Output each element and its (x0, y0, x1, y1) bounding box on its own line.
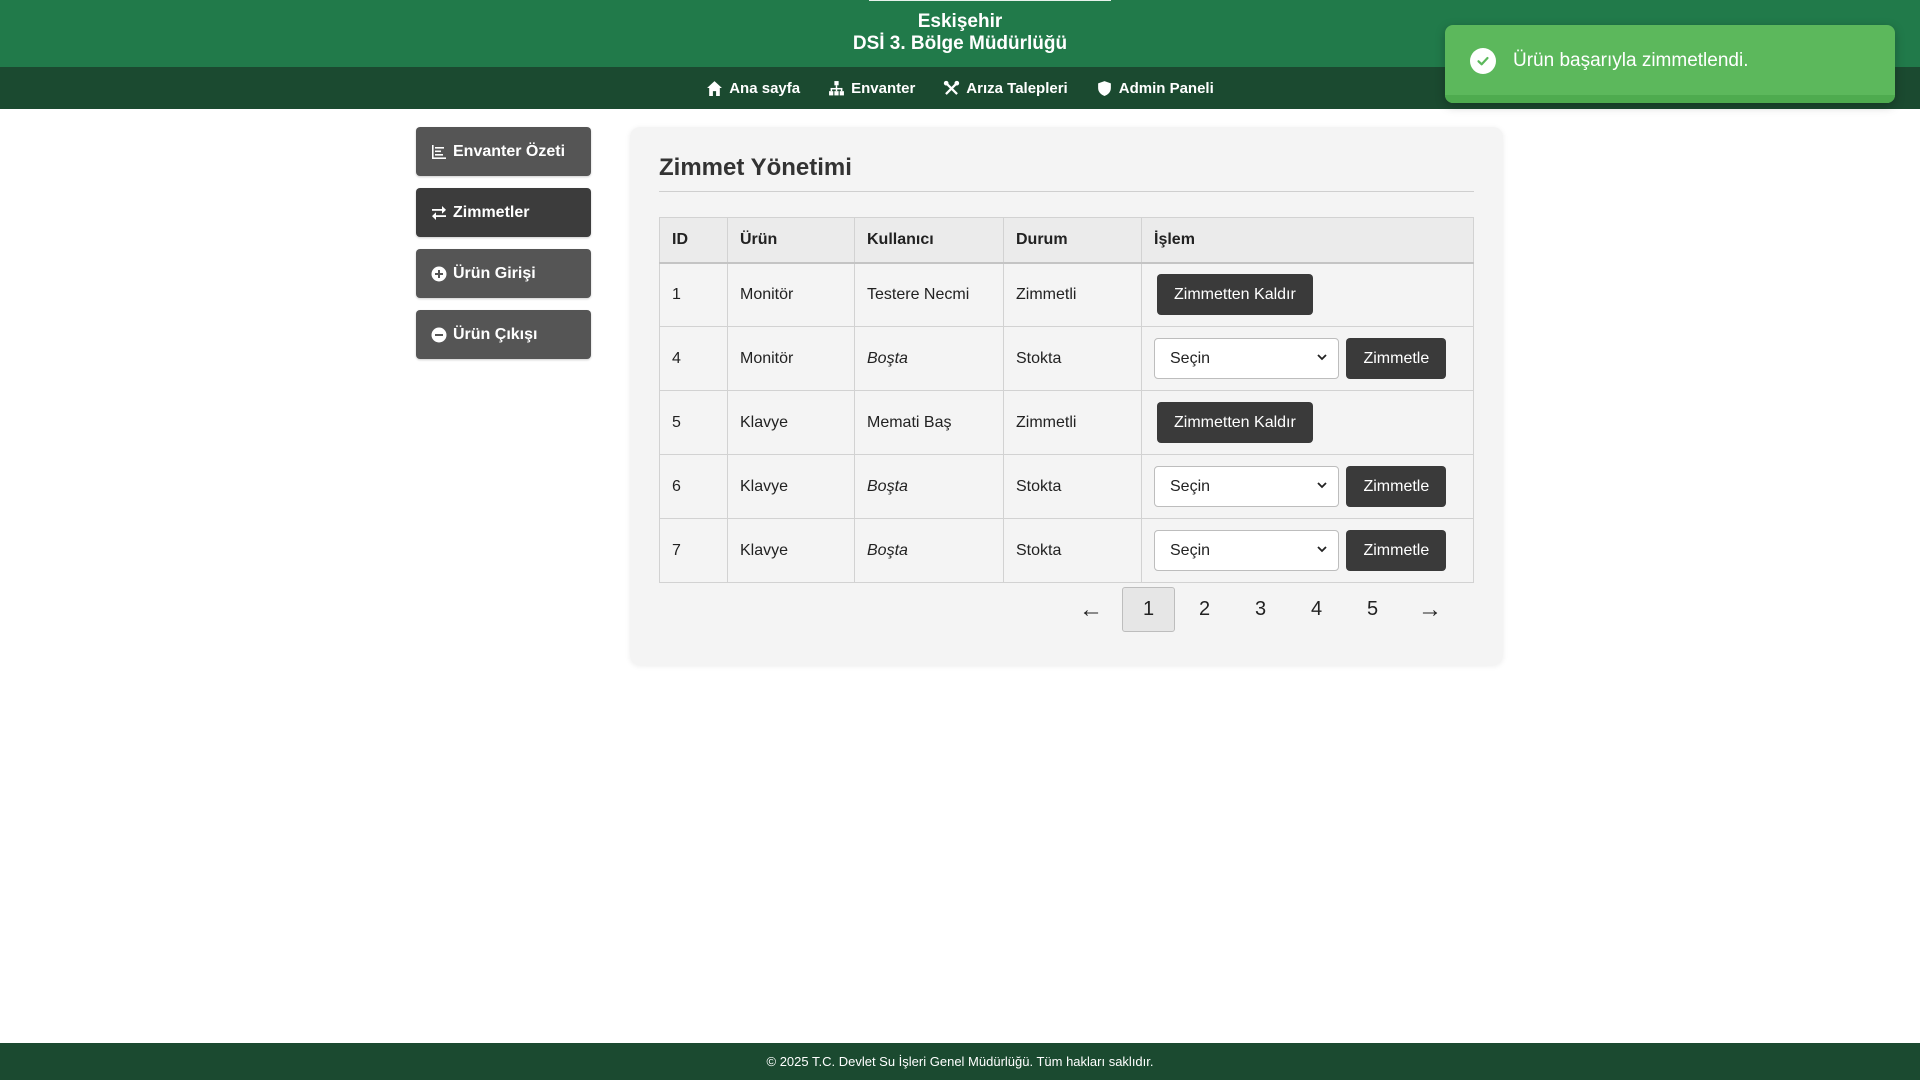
title-divider (659, 191, 1474, 192)
page-title: Zimmet Yönetimi (659, 154, 852, 181)
nav-item-label: Arıza Talepleri (966, 79, 1068, 97)
column-header-status: Durum (1003, 217, 1142, 264)
shield-icon (1096, 80, 1113, 97)
user-select[interactable]: Seçin (1154, 530, 1339, 571)
plus-circle-icon (431, 266, 447, 282)
tools-icon (943, 80, 960, 97)
sidebar-item-inventory-summary[interactable]: Envanter Özeti (416, 127, 591, 176)
cell-status: Stokta (1003, 454, 1142, 519)
cell-id: 7 (659, 518, 728, 583)
minus-circle-icon (431, 327, 447, 343)
success-toast[interactable]: Ürün başarıyla zimmetlendi. (1445, 25, 1895, 103)
nav-item-label: Ana sayfa (729, 79, 801, 97)
cell-status: Stokta (1003, 518, 1142, 583)
cell-product: Monitör (727, 326, 855, 391)
cell-action: Seçin Zimmetle (1141, 454, 1474, 519)
table-header-row: ID Ürün Kullanıcı Durum İşlem (659, 217, 1474, 264)
assign-button[interactable]: Zimmetle (1346, 338, 1447, 379)
column-header-id: ID (659, 217, 728, 264)
column-header-product: Ürün (727, 217, 855, 264)
check-circle-icon (1470, 48, 1496, 74)
toast-progress-bar (1445, 95, 1895, 103)
toast-message: Ürün başarıyla zimmetlendi. (1513, 50, 1749, 71)
sitemap-icon (828, 80, 845, 97)
cell-action: Zimmetten Kaldır (1141, 262, 1474, 327)
table-row: 5 Klavye Memati Baş Zimmetli Zimmetten K… (659, 390, 1474, 455)
cell-user: Memati Baş (854, 390, 1004, 455)
table-row: 6 Klavye Boşta Stokta Seçin Zimmetle (659, 454, 1474, 519)
select-value: Seçin (1170, 349, 1211, 367)
unassign-button[interactable]: Zimmetten Kaldır (1157, 274, 1313, 316)
assign-button[interactable]: Zimmetle (1346, 466, 1447, 507)
pagination-page-5[interactable]: 5 (1346, 587, 1399, 632)
assignments-table: ID Ürün Kullanıcı Durum İşlem 1 Monitör … (659, 217, 1474, 583)
sidebar: Envanter Özeti Zimmetler Ürün Girişi Ürü… (416, 127, 591, 371)
table-row: 7 Klavye Boşta Stokta Seçin Zimmetle (659, 518, 1474, 583)
chevron-down-icon (1316, 350, 1328, 368)
pagination-prev-button[interactable]: ← (1063, 587, 1119, 632)
nav-item-label: Admin Paneli (1118, 79, 1214, 97)
home-icon (706, 80, 723, 97)
cell-product: Monitör (727, 262, 855, 327)
sidebar-item-assignments[interactable]: Zimmetler (416, 188, 591, 237)
sidebar-item-label: Ürün Çıkışı (453, 325, 538, 343)
user-select[interactable]: Seçin (1154, 466, 1339, 507)
pagination-page-3[interactable]: 3 (1234, 587, 1287, 632)
pagination: ← 1 2 3 4 5 → (1060, 587, 1458, 632)
cell-product: Klavye (727, 454, 855, 519)
chevron-down-icon (1316, 542, 1328, 560)
cell-user: Boşta (854, 454, 1004, 519)
user-select[interactable]: Seçin (1154, 338, 1339, 379)
cell-user: Boşta (854, 326, 1004, 391)
cell-action: Seçin Zimmetle (1141, 518, 1474, 583)
unassign-button[interactable]: Zimmetten Kaldır (1157, 402, 1313, 443)
sidebar-item-product-exit[interactable]: Ürün Çıkışı (416, 310, 591, 359)
cell-status: Zimmetli (1003, 262, 1142, 327)
cell-id: 6 (659, 454, 728, 519)
cell-action: Zimmetten Kaldır (1141, 390, 1474, 455)
sidebar-item-label: Zimmetler (453, 203, 530, 221)
cell-user: Testere Necmi (854, 262, 1004, 327)
cell-user: Boşta (854, 518, 1004, 583)
assignment-management-card: Zimmet Yönetimi ID Ürün Kullanıcı Durum … (630, 127, 1503, 665)
header-accent-line (869, 0, 1111, 1)
cell-product: Klavye (727, 390, 855, 455)
chevron-down-icon (1316, 478, 1328, 496)
sidebar-item-label: Ürün Girişi (453, 264, 536, 282)
nav-item-fault-requests[interactable]: Arıza Talepleri (943, 79, 1068, 97)
nav-item-label: Envanter (851, 79, 916, 97)
cell-action: Seçin Zimmetle (1141, 326, 1474, 391)
cell-status: Zimmetli (1003, 390, 1142, 455)
assign-button[interactable]: Zimmetle (1346, 530, 1447, 571)
pagination-page-2[interactable]: 2 (1178, 587, 1231, 632)
nav-item-home[interactable]: Ana sayfa (706, 80, 800, 97)
site-footer: © 2025 T.C. Devlet Su İşleri Genel Müdür… (0, 1043, 1920, 1080)
nav-item-inventory[interactable]: Envanter (828, 80, 915, 97)
sidebar-item-product-entry[interactable]: Ürün Girişi (416, 249, 591, 298)
cell-id: 4 (659, 326, 728, 391)
pagination-page-4[interactable]: 4 (1290, 587, 1343, 632)
footer-copyright: © 2025 T.C. Devlet Su İşleri Genel Müdür… (766, 1054, 1154, 1069)
table-row: 4 Monitör Boşta Stokta Seçin Zimmetle (659, 326, 1474, 391)
table-row: 1 Monitör Testere Necmi Zimmetli Zimmett… (659, 262, 1474, 327)
sidebar-item-label: Envanter Özeti (453, 142, 566, 160)
cell-id: 1 (659, 262, 728, 327)
select-value: Seçin (1170, 541, 1211, 559)
cell-status: Stokta (1003, 326, 1142, 391)
column-header-user: Kullanıcı (854, 217, 1004, 264)
cell-product: Klavye (727, 518, 855, 583)
exchange-icon (431, 205, 447, 221)
pagination-page-1[interactable]: 1 (1122, 587, 1175, 632)
cell-id: 5 (659, 390, 728, 455)
chart-icon (431, 144, 447, 160)
nav-item-admin-panel[interactable]: Admin Paneli (1096, 80, 1214, 97)
pagination-next-button[interactable]: → (1402, 587, 1458, 632)
select-value: Seçin (1170, 477, 1211, 495)
column-header-action: İşlem (1141, 217, 1474, 264)
